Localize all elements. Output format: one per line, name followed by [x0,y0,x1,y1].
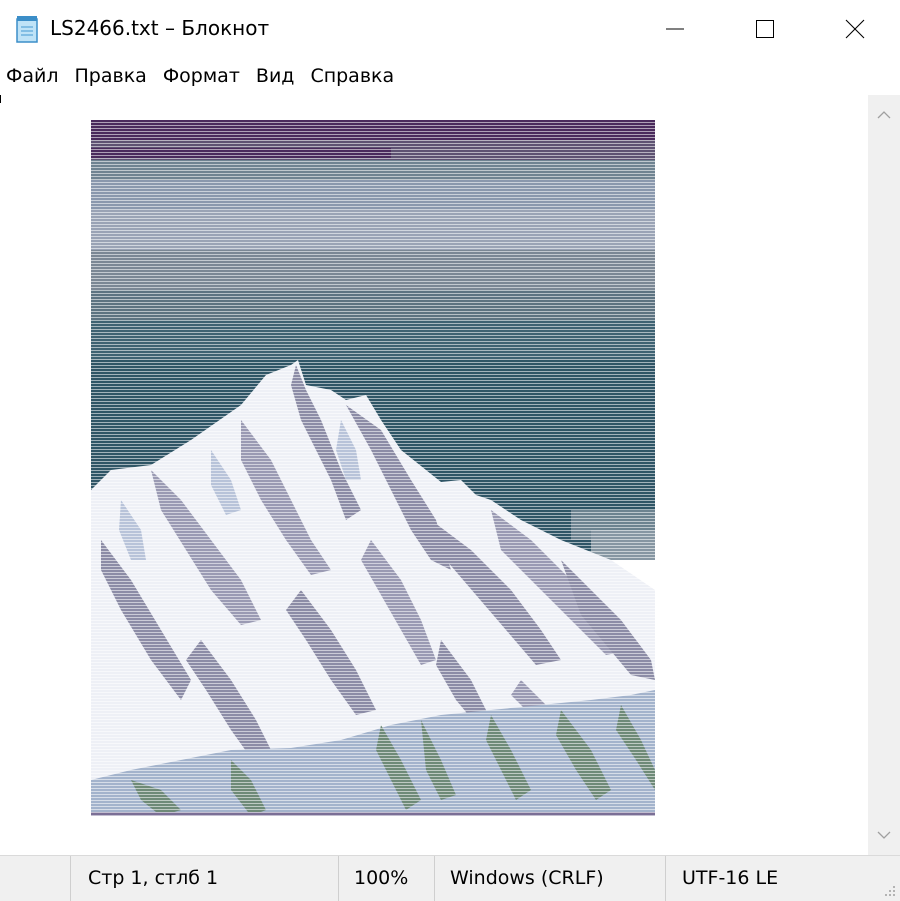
vertical-scrollbar[interactable] [868,95,900,855]
cursor-position: Стр 1, стлб 1 [88,867,219,889]
text-editor[interactable] [0,95,868,855]
chevron-down-icon[interactable] [876,827,892,843]
menu-edit[interactable]: Правка [67,58,155,94]
menu-file[interactable]: Файл [0,58,67,94]
close-icon [845,19,865,39]
minimize-icon [666,28,684,30]
text-caret [0,95,1,103]
status-separator [70,856,71,901]
maximize-icon [756,20,774,38]
menu-view[interactable]: Вид [248,58,303,94]
menu-format[interactable]: Формат [155,58,248,94]
ascii-art-mountain [91,120,655,816]
notepad-icon [16,16,38,43]
close-button[interactable] [810,0,900,58]
resize-grip-icon[interactable] [884,885,896,897]
status-separator [434,856,435,901]
status-separator [665,856,666,901]
chevron-up-icon[interactable] [876,107,892,123]
menu-help[interactable]: Справка [302,58,402,94]
line-endings: Windows (CRLF) [450,867,604,889]
encoding: UTF-16 LE [682,867,779,889]
status-bar: Стр 1, стлб 1 100% Windows (CRLF) UTF-16… [0,855,900,901]
status-separator [338,856,339,901]
menu-bar: Файл Правка Формат Вид Справка [0,58,900,94]
minimize-button[interactable] [630,0,720,58]
window-title: LS2466.txt – Блокнот [50,16,270,40]
zoom-level: 100% [354,867,409,889]
title-bar[interactable]: LS2466.txt – Блокнот [0,0,900,58]
maximize-button[interactable] [720,0,810,58]
